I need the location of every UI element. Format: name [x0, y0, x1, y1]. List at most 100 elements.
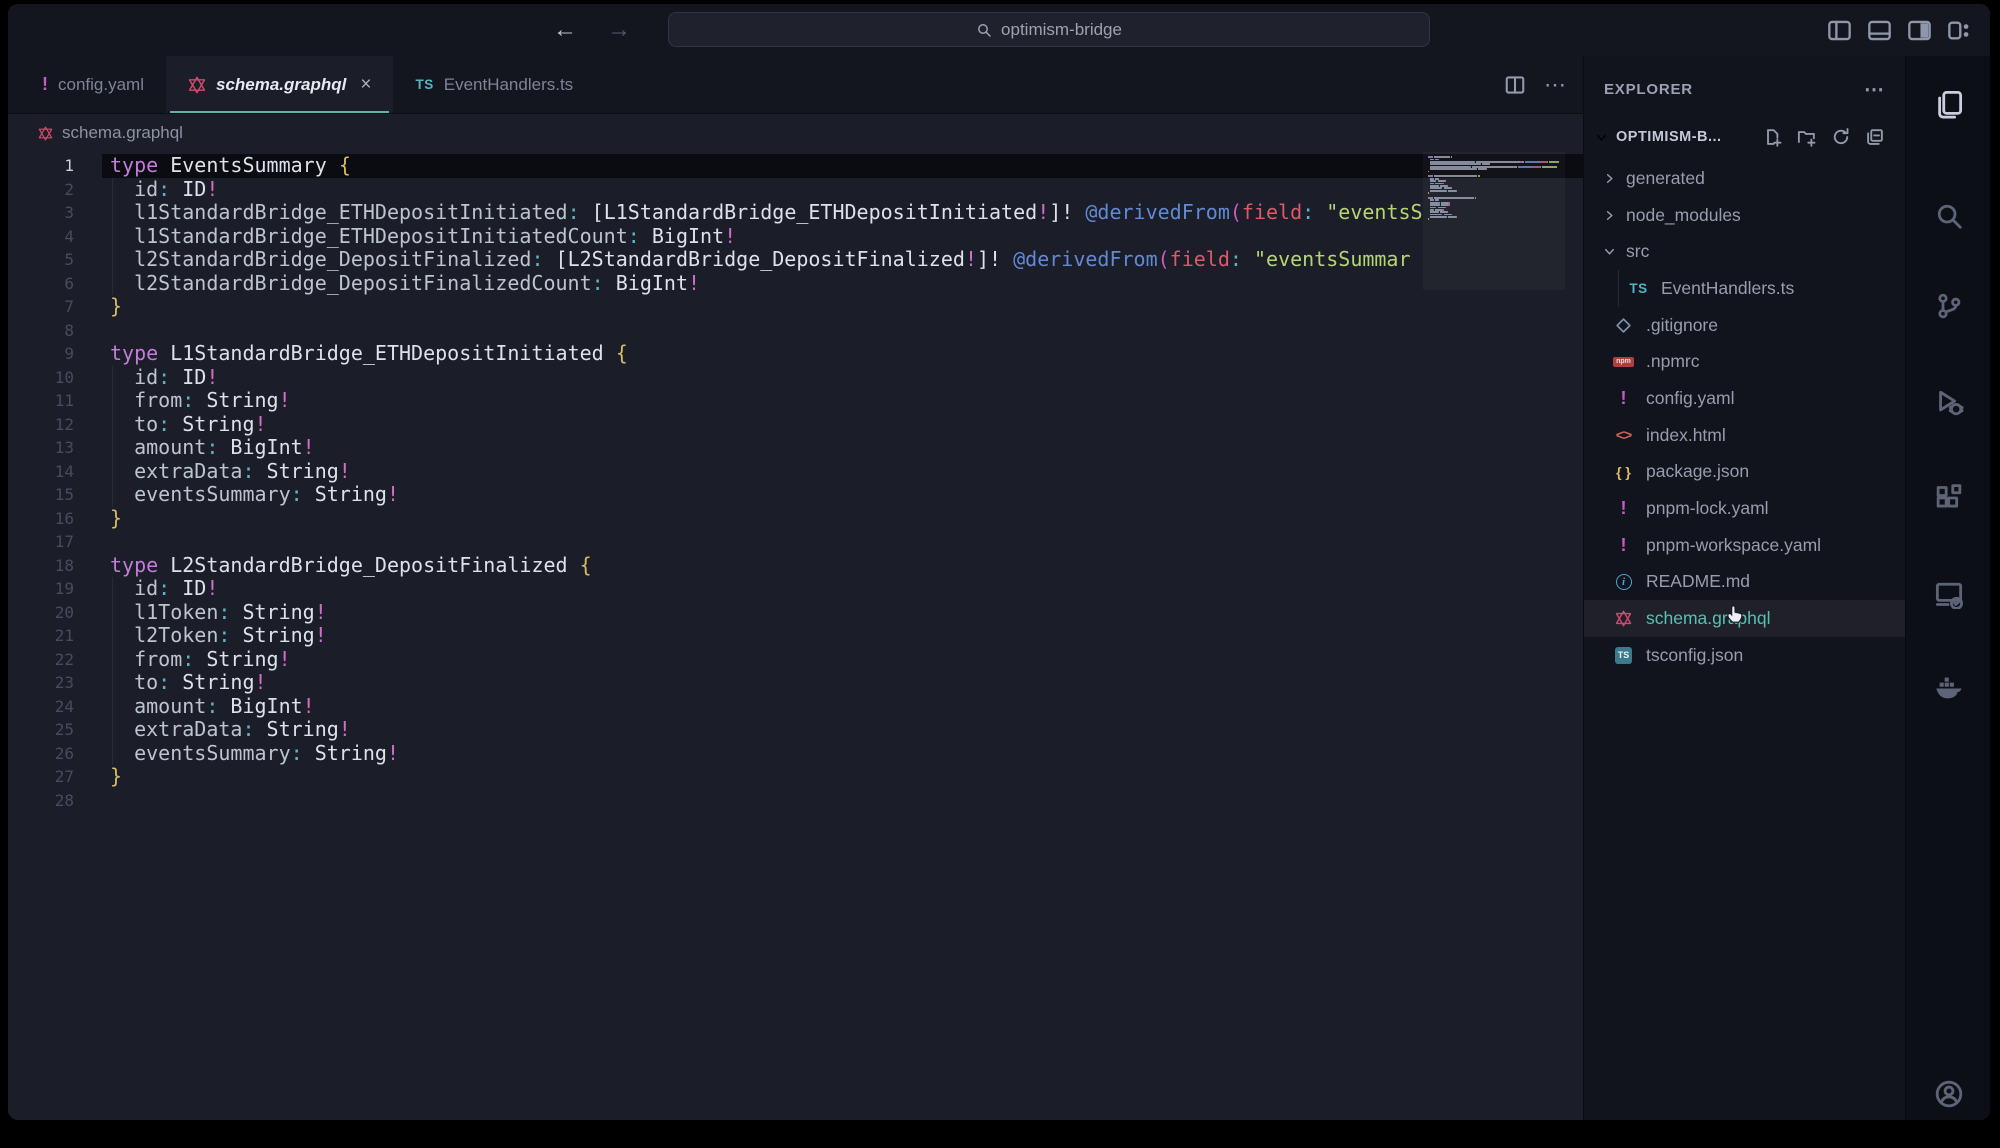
new-folder-icon[interactable]: [1797, 127, 1817, 147]
excl-icon: !: [1621, 498, 1627, 519]
code-line: 21 l2Token: String!: [8, 624, 1583, 648]
file-row-tsconfig.json[interactable]: TStsconfig.json: [1584, 637, 1905, 674]
back-arrow-icon[interactable]: ←: [553, 16, 577, 44]
more-actions-icon[interactable]: ⋯: [1544, 72, 1567, 98]
file-row-.gitignore[interactable]: .gitignore: [1584, 307, 1905, 344]
code-line: 10 id: ID!: [8, 366, 1583, 390]
minimap-lines: [1428, 156, 1565, 223]
line-number: 19: [8, 577, 74, 601]
close-icon[interactable]: ×: [360, 74, 371, 96]
chevron-right-icon: [1602, 208, 1617, 223]
indent-guide: [112, 601, 113, 625]
explorer-more-icon[interactable]: ⋯: [1864, 77, 1885, 102]
code-line: 18type L2StandardBridge_DepositFinalized…: [8, 554, 1583, 578]
indent-guide: [112, 389, 113, 413]
code-editor[interactable]: 1type EventsSummary {2 id: ID!3 l1Standa…: [8, 152, 1583, 1120]
explorer-title: EXPLORER: [1604, 81, 1693, 98]
file-label: config.yaml: [1646, 388, 1735, 409]
indent-guide: [112, 272, 113, 296]
split-editor-icon[interactable]: [1504, 74, 1526, 96]
account-activity-icon[interactable]: [1906, 1079, 1990, 1109]
vscode-window: ← → optimism-bridge ! config.yaml schema.g…: [8, 4, 1990, 1120]
indent-guide: [112, 248, 113, 272]
line-number: 3: [8, 201, 74, 225]
file-row-package.json[interactable]: { }package.json: [1584, 454, 1905, 491]
file-icon-box: TS: [1625, 281, 1652, 296]
html-icon: <>: [1616, 427, 1632, 444]
tab-EventHandlers.ts[interactable]: TSEventHandlers.ts: [393, 56, 595, 113]
line-number: 8: [8, 319, 74, 343]
remote-activity-icon[interactable]: [1906, 579, 1990, 609]
code-line: 4 l1StandardBridge_ETHDepositInitiatedCo…: [8, 225, 1583, 249]
file-icon-box: npm: [1610, 357, 1637, 367]
indent-guide: [112, 436, 113, 460]
search-icon: [976, 22, 992, 38]
indent-guide: [112, 366, 113, 390]
line-number: 17: [8, 530, 74, 554]
tab-config.yaml[interactable]: !config.yaml: [20, 56, 166, 113]
indent-guide: [112, 718, 113, 742]
new-file-icon[interactable]: [1763, 127, 1783, 147]
code-line: 8: [8, 319, 1583, 343]
command-center-label: optimism-bridge: [1001, 20, 1122, 40]
file-row-node_modules[interactable]: node_modules: [1584, 197, 1905, 234]
workspace-name: OPTIMISM-B...: [1616, 129, 1722, 145]
command-center-search[interactable]: optimism-bridge: [668, 12, 1430, 47]
docker-activity-icon[interactable]: [1906, 671, 1990, 701]
ts-square-icon: TS: [1615, 647, 1632, 664]
file-label: pnpm-workspace.yaml: [1646, 535, 1821, 556]
file-row-generated[interactable]: generated: [1584, 160, 1905, 197]
file-icon-box: !: [1610, 498, 1637, 519]
file-row-config.yaml[interactable]: ! config.yaml: [1584, 380, 1905, 417]
line-number: 27: [8, 765, 74, 789]
file-icon-box: !: [1610, 388, 1637, 409]
layout-customize-icon[interactable]: [1947, 18, 1972, 43]
code-line: 1type EventsSummary {: [8, 154, 1583, 178]
line-number: 12: [8, 413, 74, 437]
file-label: generated: [1626, 168, 1705, 189]
code-line: 16}: [8, 507, 1583, 531]
code-line: 22 from: String!: [8, 648, 1583, 672]
code-lines: 1type EventsSummary {2 id: ID!3 l1Standa…: [8, 154, 1583, 812]
minimap[interactable]: [1423, 152, 1565, 1120]
files-activity-icon[interactable]: [1906, 89, 1990, 119]
workspace-section-header[interactable]: OPTIMISM-B...: [1584, 118, 1905, 156]
file-row-pnpm-workspace.yaml[interactable]: ! pnpm-workspace.yaml: [1584, 527, 1905, 564]
forward-arrow-icon[interactable]: →: [607, 16, 631, 44]
chevron-down-icon: [1602, 244, 1617, 259]
code-line: 26 eventsSummary: String!: [8, 742, 1583, 766]
layout-panel-icon[interactable]: [1867, 18, 1892, 43]
file-row-.npmrc[interactable]: npm.npmrc: [1584, 343, 1905, 380]
file-row-index.html[interactable]: <>index.html: [1584, 417, 1905, 454]
extensions-activity-icon[interactable]: [1906, 483, 1990, 513]
file-icon-box: [1610, 317, 1637, 334]
line-number: 28: [8, 789, 74, 813]
file-row-src[interactable]: src: [1584, 233, 1905, 270]
layout-sidebar-left-icon[interactable]: [1827, 18, 1852, 43]
line-number: 2: [8, 178, 74, 202]
collapse-all-icon[interactable]: [1865, 127, 1885, 147]
refresh-icon[interactable]: [1831, 127, 1851, 147]
file-row-README.md[interactable]: iREADME.md: [1584, 564, 1905, 601]
tab-schema.graphql[interactable]: schema.graphql×: [166, 56, 393, 113]
code-line: 3 l1StandardBridge_ETHDepositInitiated: …: [8, 201, 1583, 225]
excl-icon: !: [1621, 535, 1627, 556]
search-activity-icon[interactable]: [1906, 201, 1990, 231]
code-line: 14 extraData: String!: [8, 460, 1583, 484]
debug-activity-icon[interactable]: [1906, 387, 1990, 417]
file-row-pnpm-lock.yaml[interactable]: !pnpm-lock.yaml: [1584, 490, 1905, 527]
file-icon-box: i: [1610, 574, 1637, 590]
chevron-right-icon: [1602, 171, 1617, 186]
explorer-toolbar: [1763, 127, 1885, 147]
indent-guide: [112, 483, 113, 507]
line-number: 24: [8, 695, 74, 719]
file-row-EventHandlers.ts[interactable]: TSEventHandlers.ts: [1584, 270, 1905, 307]
line-number: 1: [8, 154, 74, 178]
breadcrumb[interactable]: schema.graphql: [8, 114, 1583, 152]
layout-sidebar-right-icon[interactable]: [1907, 18, 1932, 43]
line-number: 15: [8, 483, 74, 507]
chevron-down-icon: [1594, 130, 1609, 145]
graphql-icon: [1615, 610, 1632, 627]
source-control-activity-icon[interactable]: [1906, 291, 1990, 321]
line-number: 25: [8, 718, 74, 742]
